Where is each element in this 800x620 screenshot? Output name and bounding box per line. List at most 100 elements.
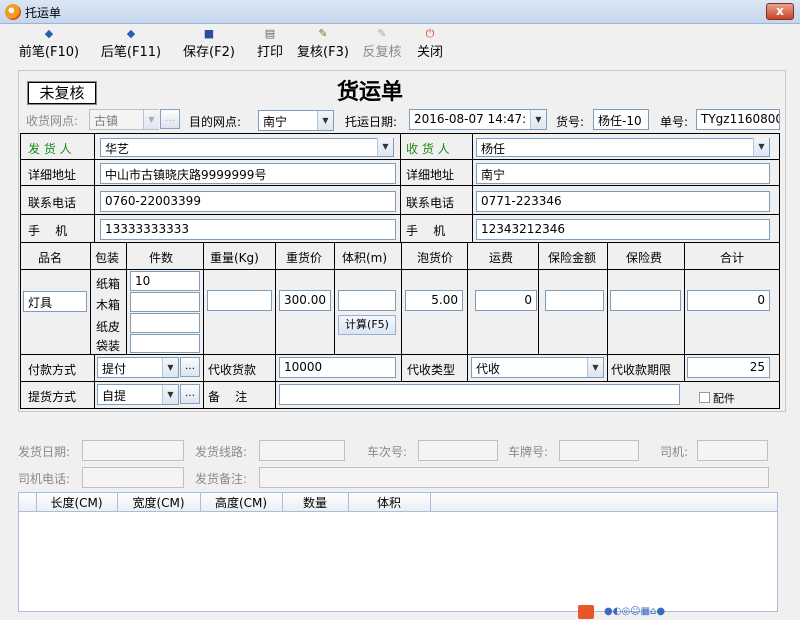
chevron-down-icon[interactable]: ▼ [377, 138, 393, 156]
from-branch-more-button[interactable]: … [160, 109, 180, 129]
chevron-down-icon[interactable]: ▼ [753, 138, 769, 156]
calculate-button[interactable]: 计算(F5) [338, 315, 396, 335]
sender-mobile-field[interactable]: 13333333333 [100, 219, 396, 240]
volume-field[interactable] [338, 290, 396, 311]
cod-type-select[interactable]: 代收 [471, 357, 604, 378]
package-type-label: 袋装 [96, 339, 121, 353]
ship-date-field[interactable]: 2016-08-07 14:47: [409, 109, 547, 130]
col-header-insured-amount: 保险金额 [548, 251, 597, 265]
chevron-down-icon[interactable]: ▼ [530, 110, 546, 129]
driver-phone-field[interactable] [82, 467, 184, 488]
total-field[interactable]: 0 [687, 290, 770, 311]
chevron-down-icon[interactable]: ▼ [587, 358, 603, 377]
grid-divider [20, 354, 780, 355]
next-record-button[interactable]: ◆ 后笔(F11) [98, 27, 164, 61]
receiver-mobile-label: 手 机 [406, 224, 446, 238]
grid-divider [401, 242, 402, 354]
grid-divider [90, 242, 91, 354]
insurance-fee-field[interactable] [610, 290, 681, 311]
grid-col-volume[interactable]: 体积 [348, 494, 430, 511]
package-count-field[interactable] [130, 313, 200, 333]
package-count-field[interactable] [130, 292, 200, 312]
status-badge: 未复核 [28, 82, 96, 104]
payment-method-label: 付款方式 [28, 363, 77, 377]
prev-record-button[interactable]: ◆ 前笔(F10) [16, 27, 82, 61]
cod-term-label: 代收款期限 [611, 363, 672, 377]
light-price-field[interactable]: 5.00 [405, 290, 463, 311]
title-bar [0, 0, 800, 24]
power-icon: ⏻ [425, 27, 435, 40]
cod-type-label: 代收类型 [407, 363, 456, 377]
receiver-phone-field[interactable]: 0771-223346 [476, 191, 770, 212]
driver-field[interactable] [697, 440, 768, 461]
review-button[interactable]: ✎ 复核(F3) [294, 27, 352, 61]
next-record-label: 后笔(F11) [100, 45, 162, 60]
grid-divider [467, 354, 468, 381]
grid-divider [401, 354, 402, 381]
payment-more-button[interactable]: … [180, 357, 200, 377]
sender-label: 发 货 人 [28, 142, 72, 156]
package-type-label: 木箱 [96, 298, 121, 312]
printer-icon: ▤ [264, 27, 276, 40]
heavy-price-field[interactable]: 300.00 [279, 290, 331, 311]
remark-field[interactable] [279, 384, 680, 405]
cod-amount-label: 代收货款 [208, 363, 257, 377]
save-label: 保存(F2) [183, 45, 235, 60]
dest-branch-label: 目的网点: [189, 115, 242, 129]
ime-status-icons: ●◐◎☺▦⌂● [604, 606, 666, 617]
grid-col-height[interactable]: 高度(CM) [200, 494, 282, 511]
receiver-select[interactable]: 杨任 [476, 138, 770, 157]
receiver-label: 收 货 人 [406, 142, 450, 156]
grid-col-length[interactable]: 长度(CM) [36, 494, 117, 511]
dispatch-remark-field[interactable] [259, 467, 769, 488]
freight-field[interactable]: 0 [475, 290, 537, 311]
insured-amount-field[interactable] [545, 290, 604, 311]
parts-checkbox[interactable] [699, 392, 710, 403]
dispatch-date-field[interactable] [82, 440, 184, 461]
chevron-down-icon[interactable]: ▼ [162, 385, 178, 404]
close-button[interactable]: ⏻ 关闭 [414, 27, 446, 61]
print-button[interactable]: ▤ 打印 [254, 27, 286, 61]
save-button[interactable]: ■ 保存(F2) [180, 27, 238, 61]
grid-col-width[interactable]: 宽度(CM) [117, 494, 200, 511]
chevron-down-icon[interactable]: ▼ [162, 358, 178, 377]
dispatch-remark-label: 发货备注: [195, 472, 248, 486]
sender-mobile-label: 手 机 [28, 224, 68, 238]
package-count-field[interactable]: 10 [130, 271, 200, 291]
sender-select[interactable]: 华艺 [100, 138, 394, 157]
grid-divider [94, 354, 95, 409]
grid-divider [467, 242, 468, 354]
order-no-field[interactable]: TYgz1160800 [696, 109, 780, 130]
weight-field[interactable] [207, 290, 272, 311]
dispatch-route-field[interactable] [259, 440, 345, 461]
order-no-label: 单号: [660, 115, 689, 129]
sender-phone-field[interactable]: 0760-22003399 [100, 191, 396, 212]
col-header-package: 包装 [95, 251, 120, 265]
receiver-address-field[interactable]: 南宁 [476, 163, 770, 184]
parts-label: 配件 [713, 392, 735, 405]
cod-term-field[interactable]: 25 [687, 357, 770, 378]
cargo-no-field[interactable]: 杨任-10 [593, 109, 649, 130]
package-count-field[interactable] [130, 334, 200, 353]
goods-name-field[interactable]: 灯具 [23, 291, 87, 312]
grid-divider [607, 242, 608, 354]
sender-address-field[interactable]: 中山市古镇晓庆路9999999号 [100, 163, 396, 184]
col-header-insurance-fee: 保险费 [626, 251, 663, 265]
from-branch-label: 收货网点: [26, 114, 79, 128]
unreview-button[interactable]: ✎ 反复核 [360, 27, 404, 61]
chevron-down-icon[interactable]: ▼ [143, 110, 159, 129]
cod-amount-field[interactable]: 10000 [279, 357, 396, 378]
receiver-mobile-field[interactable]: 12343212346 [476, 219, 770, 240]
chevron-down-icon[interactable]: ▼ [317, 111, 333, 130]
print-label: 打印 [256, 45, 283, 60]
close-window-button[interactable]: x [766, 3, 794, 20]
grid-divider [275, 354, 276, 409]
train-no-field[interactable] [418, 440, 498, 461]
col-header-heavy-price: 重货价 [286, 251, 323, 265]
pickup-more-button[interactable]: … [180, 384, 200, 404]
grid-col-quantity[interactable]: 数量 [282, 494, 348, 511]
plate-no-field[interactable] [559, 440, 639, 461]
arrow-left-icon: ◆ [44, 27, 54, 40]
page-title: 货运单 [336, 79, 403, 105]
grid-divider [400, 133, 401, 242]
